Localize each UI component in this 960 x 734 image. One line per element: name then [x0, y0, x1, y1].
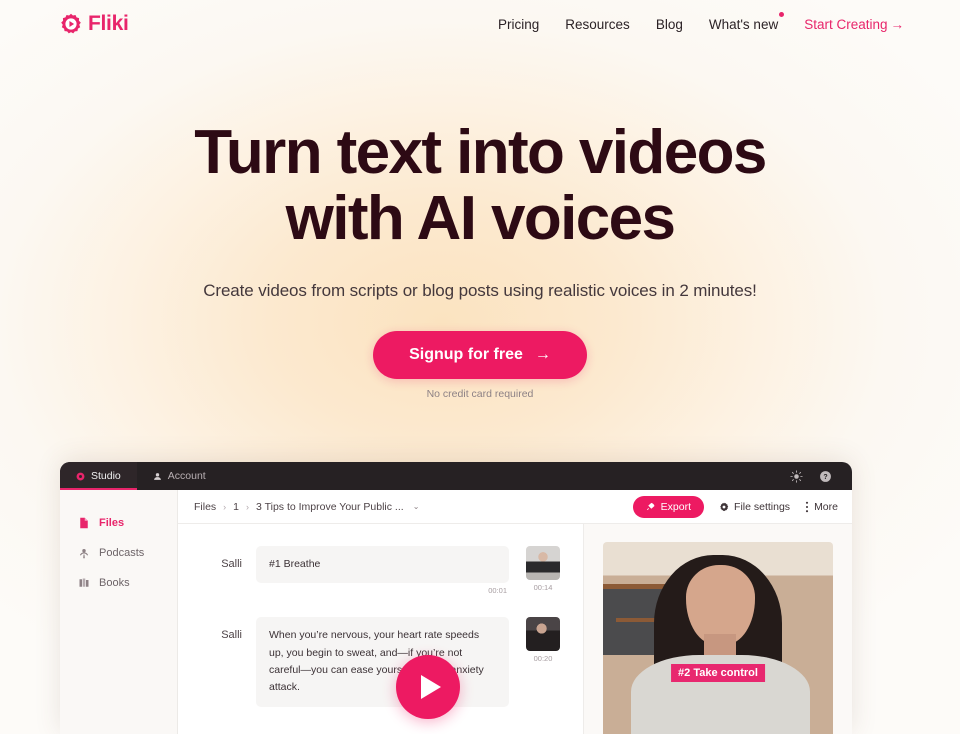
- nav-link-label: Pricing: [498, 16, 540, 32]
- scene-duration: 00:14: [533, 583, 553, 592]
- script-row: Salli When you’re nervous, your heart ra…: [194, 617, 567, 709]
- file-settings-button[interactable]: File settings: [719, 501, 790, 513]
- sidebar-item-books[interactable]: Books: [60, 568, 177, 598]
- breadcrumb-separator: ›: [246, 501, 250, 512]
- tab-label: Studio: [91, 470, 121, 482]
- nav-link-label: What's new: [708, 16, 779, 32]
- sidebar-item-label: Podcasts: [99, 547, 145, 559]
- sidebar-item-label: Files: [99, 517, 125, 529]
- new-badge-dot-icon: [779, 11, 785, 17]
- app-sidebar: Files Podcasts Books: [60, 490, 178, 734]
- scene-thumbnail[interactable]: [526, 617, 560, 652]
- signup-for-free-button[interactable]: Signup for free →: [373, 330, 587, 379]
- app-header-actions: ?: [790, 462, 852, 490]
- brand-name: Fliki: [88, 12, 129, 35]
- file-icon: [80, 517, 88, 529]
- export-label: Export: [660, 500, 692, 513]
- play-icon: [420, 675, 441, 699]
- speaker-name: Salli: [221, 558, 242, 570]
- play-video-button[interactable]: [396, 655, 460, 719]
- editor-area: Salli #1 Breathe 00:01 00:14 Salli When …: [178, 524, 852, 734]
- brightness-icon[interactable]: [790, 469, 803, 483]
- gear-play-icon: [61, 13, 81, 34]
- breadcrumb-item-folder[interactable]: 1: [233, 501, 239, 513]
- script-pane: Salli #1 Breathe 00:01 00:14 Salli When …: [178, 524, 584, 734]
- landing-page: Fliki Pricing Resources Blog What's new …: [0, 0, 960, 734]
- help-icon[interactable]: ?: [819, 470, 832, 483]
- cta-wrapper: Signup for free → No credit card require…: [0, 330, 960, 400]
- toolbar-actions: Export File settings More: [632, 495, 838, 518]
- nav-link-start-creating[interactable]: Start Creating →: [804, 17, 904, 32]
- brand-logo[interactable]: Fliki: [60, 12, 129, 36]
- nav-link-resources[interactable]: Resources: [565, 17, 630, 32]
- script-row: Salli #1 Breathe 00:01 00:14: [194, 546, 567, 595]
- script-text-input[interactable]: #1 Breathe: [256, 546, 509, 584]
- page-title: Turn text into videos with AI voices: [0, 118, 960, 254]
- gear-icon: [720, 502, 729, 511]
- sidebar-item-files[interactable]: Files: [60, 508, 177, 538]
- cta-note: No credit card required: [426, 387, 534, 400]
- app-header: Studio Account ?: [60, 462, 852, 490]
- nav-link-pricing[interactable]: Pricing: [498, 17, 539, 32]
- person-icon: [153, 472, 161, 480]
- script-duration: 00:01: [488, 586, 507, 596]
- scene-duration: 00:20: [533, 654, 553, 664]
- podcast-icon: [79, 549, 89, 559]
- script-text-input[interactable]: When you’re nervous, your heart rate spe…: [256, 617, 509, 707]
- dots-vertical-icon: [806, 501, 809, 512]
- sidebar-item-label: Books: [99, 577, 130, 589]
- video-subject-face: [685, 565, 755, 645]
- svg-text:?: ?: [823, 473, 827, 480]
- breadcrumb-item-file[interactable]: 3 Tips to Improve Your Public ...: [256, 501, 404, 513]
- script-bubble-wrap: When you’re nervous, your heart rate spe…: [256, 617, 509, 709]
- video-caption: #2 Take control: [671, 663, 765, 682]
- rocket-icon: [646, 502, 655, 511]
- scene-thumbnail-column: 00:14: [519, 546, 567, 592]
- nav-link-blog[interactable]: Blog: [656, 17, 683, 32]
- nav-link-label: Start Creating: [804, 16, 888, 32]
- studio-dot-icon: [76, 472, 85, 480]
- file-settings-label: File settings: [734, 500, 791, 513]
- top-navigation-bar: Fliki Pricing Resources Blog What's new …: [0, 0, 960, 48]
- breadcrumb-item-files[interactable]: Files: [194, 501, 216, 513]
- nav-links: Pricing Resources Blog What's new Start …: [498, 11, 904, 32]
- export-button[interactable]: Export: [632, 495, 705, 518]
- app-toolbar: Files › 1 › 3 Tips to Improve Your Publi…: [178, 490, 852, 524]
- cta-label: Signup for free: [409, 345, 523, 363]
- arrow-right-icon: →: [890, 16, 905, 32]
- video-preview-pane: #2 Take control: [584, 524, 852, 734]
- books-icon: [79, 578, 89, 587]
- scene-thumbnail[interactable]: [526, 546, 560, 580]
- video-preview[interactable]: #2 Take control: [603, 542, 833, 734]
- more-label: More: [814, 500, 838, 513]
- tab-label: Account: [167, 470, 206, 482]
- nav-link-whats-new[interactable]: What's new: [708, 11, 785, 32]
- breadcrumb-separator: ›: [223, 501, 227, 512]
- arrow-right-icon: →: [534, 345, 551, 363]
- headline-line-1: Turn text into videos: [194, 118, 767, 187]
- headline-line-2: with AI voices: [285, 184, 676, 254]
- tab-account[interactable]: Account: [137, 462, 222, 490]
- breadcrumb: Files › 1 › 3 Tips to Improve Your Publi…: [194, 501, 419, 513]
- hero-subtitle: Create videos from scripts or blog posts…: [203, 280, 757, 300]
- speaker-name: Salli: [221, 629, 242, 642]
- sidebar-item-podcasts[interactable]: Podcasts: [60, 538, 177, 568]
- tab-studio[interactable]: Studio: [60, 462, 137, 490]
- nav-link-label: Resources: [565, 16, 630, 32]
- scene-thumbnail-column: 00:20: [519, 617, 567, 663]
- chevron-down-icon[interactable]: ⌄: [413, 502, 420, 511]
- hero-section: Turn text into videos with AI voices Cre…: [0, 48, 960, 400]
- app-main: Files › 1 › 3 Tips to Improve Your Publi…: [178, 490, 852, 734]
- script-bubble-wrap: #1 Breathe 00:01: [256, 546, 509, 595]
- nav-link-label: Blog: [655, 16, 683, 32]
- more-button[interactable]: More: [805, 501, 838, 513]
